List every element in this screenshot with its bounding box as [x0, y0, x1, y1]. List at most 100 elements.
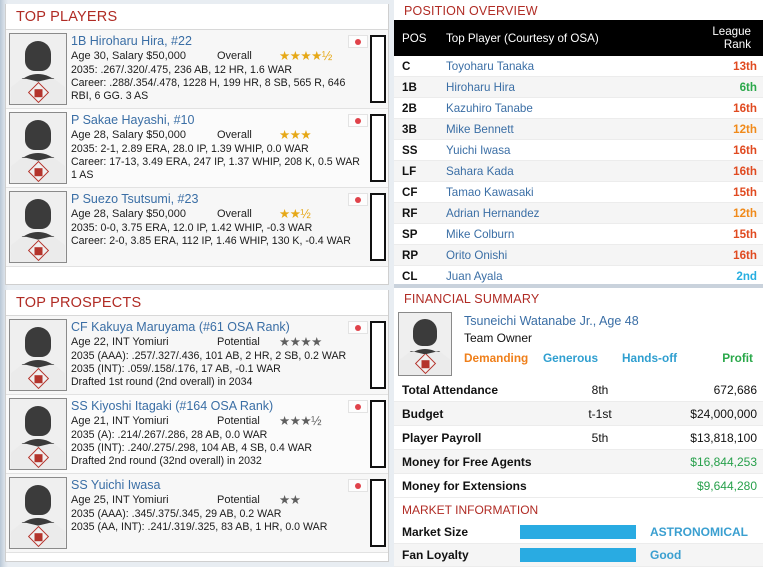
player-card[interactable]: P Sakae Hayashi, #10 Age 28, Salary $50,0…: [6, 109, 388, 188]
player-name[interactable]: SS Yuichi Iwasa: [71, 477, 366, 494]
cell-player-name[interactable]: Adrian Hernandez: [438, 202, 675, 224]
player-rank-bar[interactable]: [370, 400, 386, 468]
owner-trait: Demanding: [464, 351, 529, 365]
rating-label: Potential: [217, 415, 260, 427]
team-logo-icon: [27, 367, 49, 390]
player-age-salary: Age 25, INT Yomiuri: [71, 494, 169, 506]
player-age-salary: Age 28, Salary $50,000: [71, 208, 186, 220]
cell-financial-rank: [553, 473, 645, 498]
cell-league-rank: 16th: [675, 97, 763, 119]
cell-market-value: ASTRONOMICAL: [642, 521, 763, 544]
cell-league-rank: 16th: [675, 244, 763, 266]
table-row[interactable]: CF Tamao Kawasaki 15th: [394, 181, 763, 203]
cell-player-name[interactable]: Mike Bennett: [438, 118, 675, 140]
avatar-head-shape: [413, 319, 437, 346]
column-header-top-player: Top Player (Courtesy of OSA): [438, 20, 675, 56]
cell-player-name[interactable]: Tamao Kawasaki: [438, 181, 675, 203]
player-summary-row: Age 28, Salary $50,000 Overall ★★★: [71, 129, 366, 143]
player-rank-bar[interactable]: [370, 479, 386, 547]
cell-financial-rank: 5th: [553, 425, 645, 450]
player-summary-row: Age 22, INT Yomiuri Potential ★★★★: [71, 336, 366, 350]
cell-player-name[interactable]: Orito Onishi: [438, 244, 675, 266]
financial-row: Budget t-1st $24,000,000: [394, 401, 763, 426]
cell-league-rank: 2nd: [675, 265, 763, 284]
right-column: POSITION OVERVIEW POS Top Player (Courte…: [394, 0, 763, 567]
japan-flag-icon: [348, 193, 368, 206]
cell-position: LF: [394, 160, 438, 182]
team-logo-icon: [27, 81, 49, 104]
top-players-panel: TOP PLAYERS 1B Hiroharu Hira, #22 Age 30,…: [5, 4, 389, 285]
financial-summary-panel: FINANCIAL SUMMARY Tsuneichi Watanabe Jr.…: [394, 284, 763, 567]
cell-market-label: Fan Loyalty: [394, 543, 512, 567]
table-row[interactable]: SS Yuichi Iwasa 16th: [394, 139, 763, 161]
avatar-jersey-shape: [11, 443, 65, 469]
player-card[interactable]: SS Yuichi Iwasa Age 25, INT Yomiuri Potent…: [6, 474, 388, 553]
player-card[interactable]: SS Kiyoshi Itagaki (#164 OSA Rank) Age 21…: [6, 395, 388, 474]
avatar-head-shape: [25, 120, 51, 150]
player-rank-bar[interactable]: [370, 35, 386, 103]
player-name[interactable]: P Sakae Hayashi, #10: [71, 112, 366, 129]
avatar-jersey-shape: [11, 522, 65, 548]
table-row[interactable]: C Toyoharu Tanaka 13th: [394, 56, 763, 77]
position-overview-table: POS Top Player (Courtesy of OSA) League …: [394, 20, 763, 284]
table-row[interactable]: 3B Mike Bennett 12th: [394, 118, 763, 140]
cell-player-name[interactable]: Toyoharu Tanaka: [438, 56, 675, 77]
avatar-head-shape: [25, 327, 51, 357]
player-stat-lines: 2035: 0-0, 3.75 ERA, 12.0 IP, 1.42 WHIP,…: [71, 222, 351, 247]
cell-league-rank: 12th: [675, 118, 763, 140]
table-row[interactable]: 2B Kazuhiro Tanabe 16th: [394, 97, 763, 119]
table-row[interactable]: RF Adrian Hernandez 12th: [394, 202, 763, 224]
owner-name[interactable]: Tsuneichi Watanabe Jr., Age 48: [464, 312, 763, 331]
left-column: TOP PLAYERS 1B Hiroharu Hira, #22 Age 30,…: [0, 0, 389, 567]
player-summary-row: Age 28, Salary $50,000 Overall ★★½: [71, 208, 366, 222]
cell-player-name[interactable]: Juan Ayala: [438, 265, 675, 284]
player-info: SS Yuichi Iwasa Age 25, INT Yomiuri Potent…: [71, 477, 370, 549]
player-rank-bar[interactable]: [370, 114, 386, 182]
team-logo-icon: [414, 352, 436, 375]
cell-player-name[interactable]: Yuichi Iwasa: [438, 139, 675, 161]
cell-financial-label: Total Attendance: [394, 378, 553, 402]
cell-financial-label: Player Payroll: [394, 425, 553, 450]
player-card[interactable]: CF Kakuya Maruyama (#61 OSA Rank) Age 22,…: [6, 316, 388, 395]
owner-info: Tsuneichi Watanabe Jr., Age 48 Team Owne…: [456, 312, 763, 376]
cell-player-name[interactable]: Mike Colburn: [438, 223, 675, 245]
player-age-salary: Age 21, INT Yomiuri: [71, 415, 169, 427]
cell-position: RP: [394, 244, 438, 266]
player-name[interactable]: 1B Hiroharu Hira, #22: [71, 33, 366, 50]
rating-label: Potential: [217, 336, 260, 348]
table-row[interactable]: RP Orito Onishi 16th: [394, 244, 763, 266]
financial-row: Money for Free Agents $16,844,253: [394, 449, 763, 474]
player-age-salary: Age 30, Salary $50,000: [71, 50, 186, 62]
cell-position: 1B: [394, 76, 438, 98]
player-name[interactable]: CF Kakuya Maruyama (#61 OSA Rank): [71, 319, 366, 336]
player-name[interactable]: SS Kiyoshi Itagaki (#164 OSA Rank): [71, 398, 366, 415]
table-row[interactable]: SP Mike Colburn 15th: [394, 223, 763, 245]
cell-league-rank: 13th: [675, 56, 763, 77]
cell-league-rank: 15th: [675, 223, 763, 245]
team-logo-icon: [27, 525, 49, 548]
player-rank-bar[interactable]: [370, 193, 386, 261]
financial-row: Total Attendance 8th 672,686: [394, 378, 763, 402]
table-row[interactable]: LF Sahara Kada 16th: [394, 160, 763, 182]
table-row[interactable]: CL Juan Ayala 2nd: [394, 265, 763, 284]
player-card[interactable]: 1B Hiroharu Hira, #22 Age 30, Salary $50,…: [6, 30, 388, 109]
cell-player-name[interactable]: Hiroharu Hira: [438, 76, 675, 98]
team-logo-icon: [27, 446, 49, 469]
player-name[interactable]: P Suezo Tsutsumi, #23: [71, 191, 366, 208]
player-stat-lines: 2035: 2-1, 2.89 ERA, 28.0 IP, 1.39 WHIP,…: [71, 143, 360, 181]
cell-player-name[interactable]: Kazuhiro Tanabe: [438, 97, 675, 119]
cell-position: SP: [394, 223, 438, 245]
player-rank-bar[interactable]: [370, 321, 386, 389]
player-stat-lines: 2035 (A): .214/.267/.286, 28 AB, 0.0 WAR…: [71, 429, 313, 467]
player-avatar: [9, 112, 67, 184]
cell-financial-value: 672,686: [645, 378, 763, 402]
player-avatar: [9, 191, 67, 263]
player-card[interactable]: P Suezo Tsutsumi, #23 Age 28, Salary $50,…: [6, 188, 388, 267]
japan-flag-icon: [348, 479, 368, 492]
player-age-salary: Age 28, Salary $50,000: [71, 129, 186, 141]
player-stat-lines: 2035: .267/.320/.475, 236 AB, 12 HR, 1.6…: [71, 64, 346, 102]
cell-player-name[interactable]: Sahara Kada: [438, 160, 675, 182]
table-row[interactable]: 1B Hiroharu Hira 6th: [394, 76, 763, 98]
player-stat-lines: 2035 (AAA): .257/.327/.436, 101 AB, 2 HR…: [71, 350, 347, 388]
cell-financial-value: $13,818,100: [645, 425, 763, 450]
